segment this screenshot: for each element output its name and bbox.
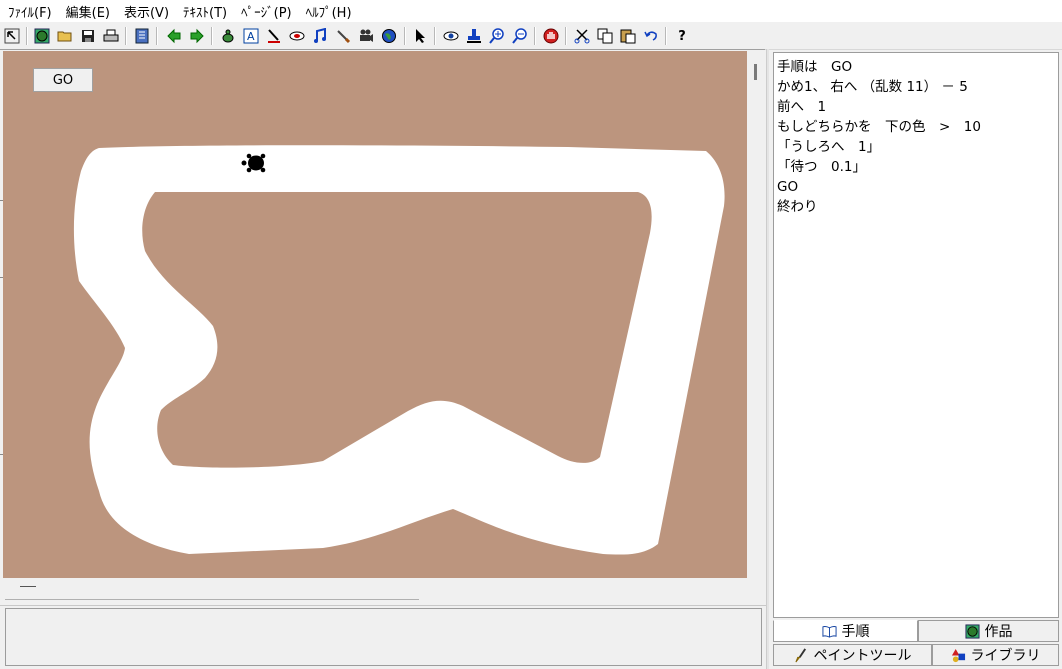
procedure-code: 手順は GO かめ1、 右へ （乱数 11） － 5 前へ 1 もしどちらかを …	[777, 57, 981, 217]
cursor-mode-icon[interactable]	[2, 26, 22, 46]
code-line: 手順は GO	[777, 59, 853, 75]
forward-arrow-icon[interactable]	[187, 26, 207, 46]
menu-page[interactable]: ﾍﾟｰｼﾞ(P)	[241, 2, 291, 21]
help-icon[interactable]: ?	[672, 26, 692, 46]
tab-paint-tool-label: ペイントツール	[813, 648, 912, 664]
code-line: もしどちらかを 下の色 > 10	[777, 119, 981, 135]
horizontal-scroll-track[interactable]	[5, 599, 419, 600]
code-line: 「うしろへ 1」	[777, 139, 881, 155]
earth-icon[interactable]	[379, 26, 399, 46]
tab-works-label: 作品	[984, 624, 1013, 640]
open-folder-icon[interactable]	[55, 26, 75, 46]
code-line: 終わり	[777, 199, 818, 215]
paintbrush-icon	[794, 647, 809, 663]
print-icon[interactable]	[101, 26, 121, 46]
turtle-add-icon[interactable]	[218, 26, 238, 46]
divider	[0, 49, 765, 50]
brush-icon[interactable]	[333, 26, 353, 46]
tab-procedure[interactable]: 手順	[773, 620, 918, 642]
code-line: GO	[777, 179, 799, 195]
tab-procedure-label: 手順	[841, 624, 870, 640]
tab-library[interactable]: ライブラリ	[932, 644, 1059, 666]
globe-icon	[964, 623, 980, 639]
race-track	[73, 145, 725, 555]
stamp-icon[interactable]	[464, 26, 484, 46]
text-box-icon[interactable]: A	[241, 26, 261, 46]
cut-icon[interactable]	[572, 26, 592, 46]
shapes-icon	[951, 648, 966, 663]
pointer-icon[interactable]	[410, 26, 430, 46]
tab-works[interactable]: 作品	[918, 620, 1059, 642]
track-road	[73, 145, 725, 555]
go-button[interactable]: GO	[33, 68, 93, 92]
panel-splitter[interactable]	[766, 49, 769, 669]
save-disk-icon[interactable]	[78, 26, 98, 46]
tab-paint-tool[interactable]: ペイントツール	[773, 644, 932, 666]
procedure-editor[interactable]: 手順は GO かめ1、 右へ （乱数 11） － 5 前へ 1 もしどちらかを …	[773, 52, 1059, 618]
tab-library-label: ライブラリ	[970, 648, 1041, 664]
menu-bar: ﾌｧｲﾙ(F) 編集(E) 表示(V) ﾃｷｽﾄ(T) ﾍﾟｰｼﾞ(P) ﾍﾙﾌ…	[0, 0, 1062, 22]
music-note-icon[interactable]	[310, 26, 330, 46]
turtle-head	[241, 160, 247, 166]
menu-file[interactable]: ﾌｧｲﾙ(F)	[8, 2, 52, 21]
stage-scrollbar-thumb[interactable]	[754, 64, 757, 80]
book-icon	[821, 624, 837, 639]
button-object-icon[interactable]	[287, 26, 307, 46]
zoom-in-icon[interactable]	[487, 26, 507, 46]
code-line: かめ1、 右へ （乱数 11） － 5	[777, 79, 968, 95]
copy-icon[interactable]	[595, 26, 615, 46]
back-arrow-icon[interactable]	[164, 26, 184, 46]
stage-canvas[interactable]: GO	[3, 51, 747, 578]
menu-text[interactable]: ﾃｷｽﾄ(T)	[183, 2, 227, 21]
stop-hand-icon[interactable]	[541, 26, 561, 46]
code-line: 「待つ 0.1」	[777, 159, 866, 175]
divider	[0, 605, 766, 606]
menu-view[interactable]: 表示(V)	[124, 2, 169, 21]
globe-icon[interactable]	[32, 26, 52, 46]
undo-icon[interactable]	[641, 26, 661, 46]
movie-camera-icon[interactable]	[356, 26, 376, 46]
code-line: 前へ 1	[777, 99, 827, 115]
page-list-icon[interactable]	[132, 26, 152, 46]
menu-help[interactable]: ﾍﾙﾌﾟ(H)	[306, 2, 352, 21]
turtle-pen-icon[interactable]	[264, 26, 284, 46]
zoom-out-icon[interactable]	[510, 26, 530, 46]
horizontal-scroll-mark[interactable]	[20, 586, 36, 587]
toolbar: A ?	[0, 24, 1062, 50]
paste-icon[interactable]	[618, 26, 638, 46]
svg-text:A: A	[247, 30, 255, 43]
menu-edit[interactable]: 編集(E)	[66, 2, 110, 21]
message-area[interactable]	[5, 608, 762, 666]
eye-icon[interactable]	[441, 26, 461, 46]
